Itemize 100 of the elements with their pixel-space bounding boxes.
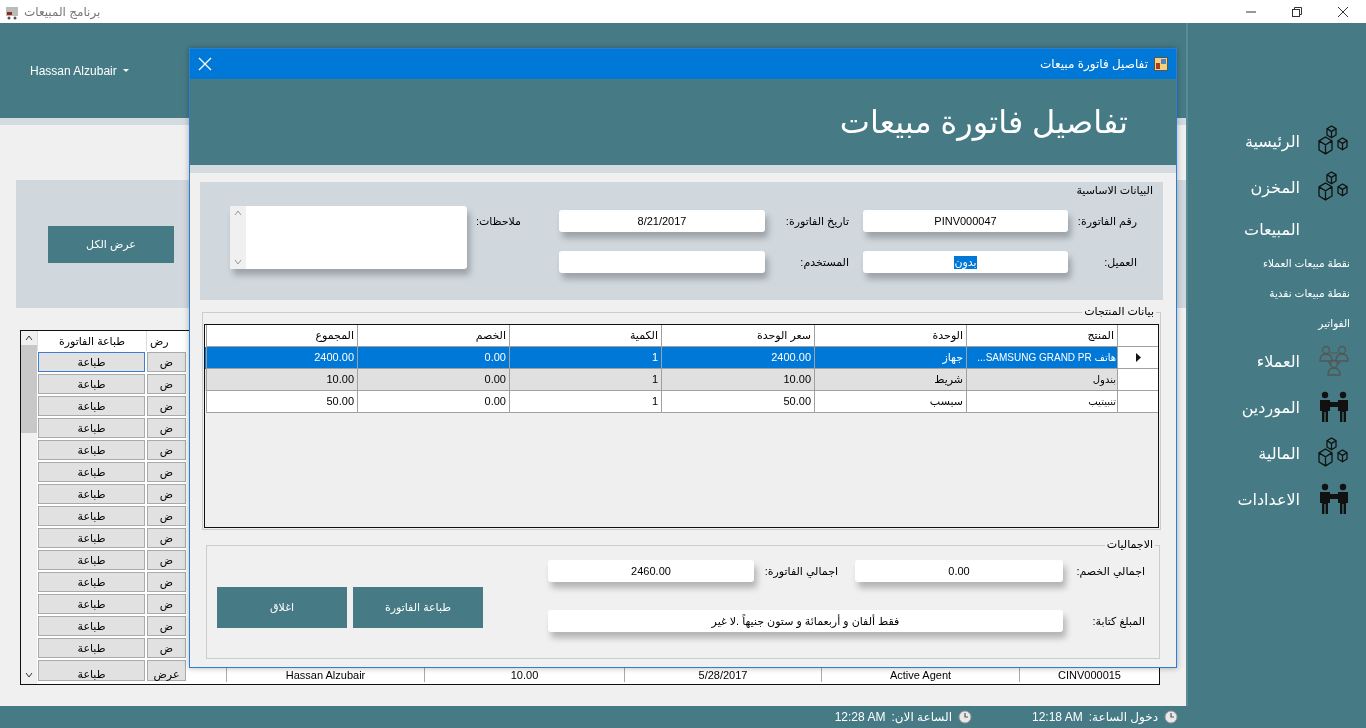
input-field[interactable]: بدون	[863, 251, 1068, 273]
table-cell: سبسب	[814, 391, 966, 413]
print-button[interactable]: طباعة	[38, 638, 145, 658]
field-label: اجمالي الخصم:	[1075, 564, 1146, 578]
view-button[interactable]: عرض	[147, 660, 186, 681]
user-menu[interactable]: Hassan Alzubair	[30, 63, 129, 78]
dialog-heading: تفاصيل فاتورة مبيعات	[839, 103, 1128, 141]
notes-field[interactable]	[230, 206, 467, 269]
print-button[interactable]: طباعة	[38, 594, 145, 614]
scroll-up-icon	[25, 335, 33, 341]
sidebar-subitem[interactable]: نقطة مبيعات نقدية	[1188, 278, 1366, 308]
view-button[interactable]: ض	[147, 550, 186, 570]
time-value: 12:28 AM	[834, 710, 886, 724]
print-button[interactable]: طباعة	[38, 506, 145, 526]
print-button[interactable]: طباعة	[38, 396, 145, 416]
column-header: طباعة الفاتورة	[37, 331, 146, 351]
print-button[interactable]: طباعة	[38, 484, 145, 504]
close-button[interactable]	[198, 57, 212, 71]
input-field[interactable]: 8/21/2017	[559, 210, 765, 232]
input-field[interactable]: فقط ألفان و أربعمائة و ستون جنيهاً .لا غير	[548, 610, 1063, 632]
print-button[interactable]: طباعة	[38, 660, 145, 681]
view-button[interactable]: ض	[147, 484, 186, 504]
handshake-icon	[1318, 483, 1350, 515]
scroll-down-icon	[234, 259, 242, 265]
view-button[interactable]: ض	[147, 506, 186, 526]
sidebar-item[interactable]: الموردين	[1188, 384, 1366, 430]
input-field[interactable]: 0.00	[855, 560, 1063, 582]
sidebar-item[interactable]: المالية	[1188, 430, 1366, 476]
view-button[interactable]: ض	[147, 352, 186, 372]
clock-icon	[1164, 710, 1178, 724]
view-button[interactable]: ض	[147, 528, 186, 548]
time-label: دخول الساعة:	[1088, 710, 1158, 724]
print-button[interactable]: طباعة	[38, 462, 145, 482]
field-label: ملاحظات:	[474, 214, 522, 228]
sidebar-item[interactable]: المخزن	[1188, 164, 1366, 210]
row-header	[1117, 369, 1158, 391]
field-label: المبلغ كتابة:	[1091, 614, 1146, 628]
print-button[interactable]: طباعة	[38, 572, 145, 592]
input-field[interactable]: 2460.00	[548, 560, 754, 582]
cubes-icon	[1318, 437, 1350, 469]
time-label: الساعة الان:	[891, 710, 952, 724]
view-button[interactable]: ض	[147, 638, 186, 658]
print-button[interactable]: طباعة	[38, 352, 145, 372]
field-label: العميل:	[1103, 255, 1138, 269]
view-button[interactable]: ض	[147, 572, 186, 592]
dialog-title: تفاصيل فاتورة مبيعات	[1039, 57, 1148, 71]
column-header: الوحدة	[814, 325, 966, 347]
handshake-icon	[1318, 391, 1350, 423]
window-title: برنامج المبيعات	[24, 4, 101, 19]
view-button[interactable]: ض	[147, 594, 186, 614]
table-cell: 1	[509, 391, 661, 413]
print-invoice-button[interactable]: طباعة الفاتورة	[353, 587, 483, 628]
field-label: المستخدم:	[799, 255, 850, 269]
scroll-up-icon	[234, 210, 242, 216]
column-header: المجموع	[206, 325, 357, 347]
row-pointer-icon	[1135, 353, 1141, 362]
view-button[interactable]: ض	[147, 418, 186, 438]
cubes-icon	[1318, 171, 1350, 203]
group-title: بيانات المنتجات	[1082, 305, 1156, 318]
input-field[interactable]: PINV000047	[863, 210, 1068, 232]
show-all-button[interactable]: عرض الكل	[48, 225, 174, 263]
view-button[interactable]: ض	[147, 616, 186, 636]
group-title: البيانات الاساسية	[1076, 184, 1153, 197]
column-header: رض	[146, 331, 187, 351]
table-cell: تنبيتيب	[966, 391, 1117, 413]
table-cell: 50.00	[206, 391, 357, 413]
field-label: تاريخ الفاتورة:	[784, 214, 850, 228]
view-button[interactable]: ض	[147, 440, 186, 460]
row-header	[1117, 391, 1158, 413]
caret-icon	[122, 69, 129, 72]
close-dialog-button[interactable]: اغلاق	[217, 587, 347, 628]
sidebar-item[interactable]: الرئيسية	[1188, 118, 1366, 164]
column-header: الكمية	[509, 325, 661, 347]
corner-cell	[1117, 325, 1158, 347]
view-button[interactable]: ض	[147, 462, 186, 482]
cubes-icon	[1318, 125, 1350, 157]
print-button[interactable]: طباعة	[38, 616, 145, 636]
view-button[interactable]: ض	[147, 374, 186, 394]
sidebar-subitem[interactable]: الفواتير	[1188, 308, 1366, 338]
table-cell: 50.00	[661, 391, 814, 413]
print-button[interactable]: طباعة	[38, 418, 145, 438]
sidebar-subitem[interactable]: نقطة مبيعات العملاء	[1188, 248, 1366, 278]
input-field[interactable]	[559, 251, 765, 273]
people-icon	[1318, 345, 1350, 377]
column-header: سعر الوحدة	[661, 325, 814, 347]
clock-icon	[958, 710, 972, 724]
print-button[interactable]: طباعة	[38, 374, 145, 394]
print-button[interactable]: طباعة	[38, 528, 145, 548]
sidebar-item[interactable]: الاعدادات	[1188, 476, 1366, 522]
sidebar-item[interactable]: العملاء	[1188, 338, 1366, 384]
field-label: رقم الفاتورة:	[1076, 214, 1138, 228]
restore-icon	[1292, 6, 1302, 17]
close-icon	[198, 57, 212, 71]
field-label: اجمالي الفاتورة:	[763, 564, 839, 578]
view-button[interactable]: ض	[147, 396, 186, 416]
app-icon	[1154, 57, 1168, 71]
close-icon	[1338, 6, 1348, 17]
print-button[interactable]: طباعة	[38, 440, 145, 460]
print-button[interactable]: طباعة	[38, 550, 145, 570]
sidebar-item[interactable]: المبيعات	[1188, 210, 1366, 248]
